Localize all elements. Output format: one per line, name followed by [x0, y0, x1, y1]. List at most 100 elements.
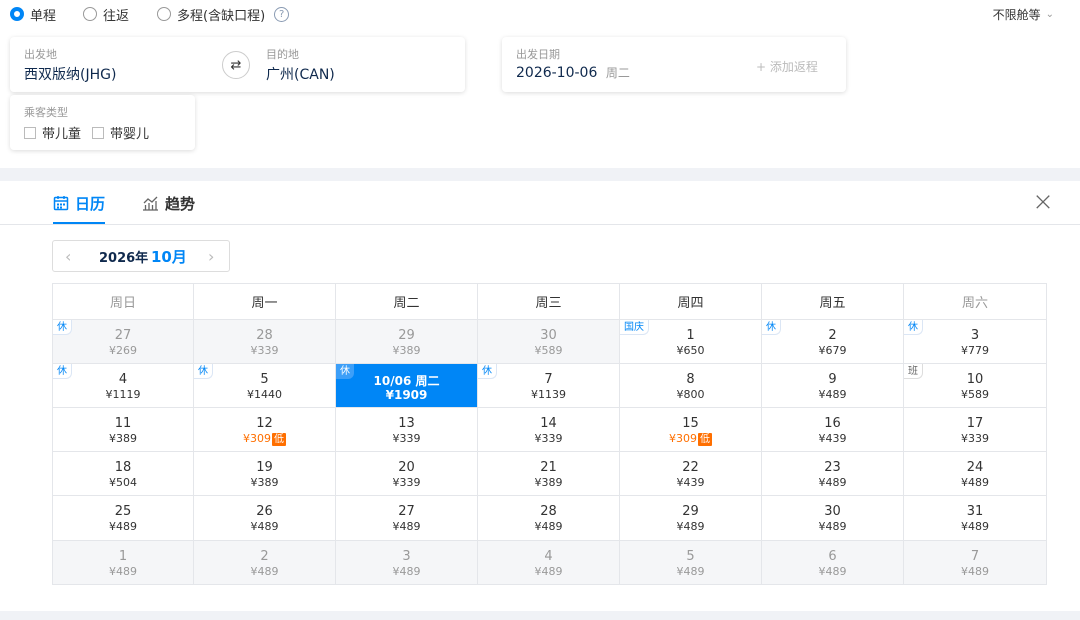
price-value: ¥489 [250, 520, 279, 533]
price-value: ¥504 [109, 476, 137, 489]
calendar-day-cell[interactable]: 29 ¥489 [620, 496, 762, 541]
day-number: 5 [686, 549, 695, 564]
day-price: ¥339 [478, 432, 619, 445]
child-checkbox[interactable]: 带儿童 [24, 123, 81, 142]
price-value: ¥1909 [385, 388, 428, 402]
calendar-day-cell[interactable]: 20 ¥339 [336, 452, 478, 496]
day-number: 2 [828, 328, 837, 343]
calendar-day-cell[interactable]: 24 ¥489 [904, 452, 1047, 496]
calendar-day-cell[interactable]: 班 10 ¥589 [904, 364, 1047, 408]
add-return-button[interactable]: + 添加返程 [756, 58, 818, 75]
day-price: ¥489 [904, 520, 1046, 533]
date-card: 出发日期 2026-10-06 周二 + 添加返程 [502, 37, 846, 92]
day-number: 30 [824, 504, 841, 519]
calendar-day-cell[interactable]: 2 ¥489 [194, 541, 336, 585]
calendar-day-cell[interactable]: 26 ¥489 [194, 496, 336, 541]
day-price: ¥489 [620, 520, 761, 533]
help-icon[interactable]: ? [274, 6, 290, 22]
day-number: 18 [114, 460, 132, 475]
calendar-day-cell[interactable]: 28 ¥339 [194, 320, 336, 364]
day-number: 16 [824, 416, 841, 431]
day-number: 10/06 周二 [373, 374, 440, 388]
calendar-day-cell[interactable]: 21 ¥389 [478, 452, 620, 496]
dest-field[interactable]: 广州(CAN) [266, 64, 335, 84]
day-price: ¥800 [620, 388, 761, 401]
calendar-day-cell[interactable]: 19 ¥389 [194, 452, 336, 496]
depart-date-field[interactable]: 2026-10-06 周二 [516, 64, 630, 81]
calendar-day-cell[interactable]: 休 2 ¥679 [762, 320, 904, 364]
day-price: ¥489 [53, 565, 193, 578]
search-area: 单程 往返 多程(含缺口程) ? 不限舱等 ⌄ 出发地 西双版纳(JHG) ⇄ … [0, 0, 1080, 168]
day-price: ¥489 [620, 565, 761, 578]
price-value: ¥589 [534, 344, 563, 357]
tab-trend[interactable]: 趋势 [142, 181, 195, 225]
calendar-day-cell[interactable]: 23 ¥489 [762, 452, 904, 496]
calendar-day-cell[interactable]: 3 ¥489 [336, 541, 478, 585]
day-number: 13 [398, 416, 415, 431]
day-number: 25 [114, 504, 132, 519]
day-price: ¥1119 [53, 388, 193, 401]
calendar-day-cell[interactable]: 18 ¥504 [53, 452, 194, 496]
day-price: ¥309 低 [194, 432, 335, 446]
calendar-day-cell[interactable]: 13 ¥339 [336, 408, 478, 452]
price-value: ¥339 [392, 432, 421, 445]
calendar-day-cell[interactable]: 31 ¥489 [904, 496, 1047, 541]
calendar-day-cell[interactable]: 15 ¥309 低 [620, 408, 762, 452]
calendar-day-cell[interactable]: 30 ¥589 [478, 320, 620, 364]
day-number: 21 [540, 460, 557, 475]
trend-chart-icon [143, 196, 158, 211]
origin-field[interactable]: 西双版纳(JHG) [24, 64, 116, 84]
calendar-day-cell[interactable]: 9 ¥489 [762, 364, 904, 408]
next-month-button[interactable]: › [208, 241, 214, 271]
trip-type-multi[interactable]: 多程(含缺口程) ? [157, 5, 290, 24]
close-icon[interactable]: × [1032, 189, 1054, 215]
price-value: ¥339 [392, 476, 421, 489]
checkbox-icon [24, 127, 36, 139]
trip-type-oneway[interactable]: 单程 [10, 5, 56, 24]
calendar-day-cell[interactable]: 休 3 ¥779 [904, 320, 1047, 364]
origin-label: 出发地 [24, 48, 57, 61]
day-number: 2 [260, 549, 269, 564]
calendar-day-cell[interactable]: 4 ¥489 [478, 541, 620, 585]
tab-calendar[interactable]: 日历 [53, 181, 105, 225]
day-number: 8 [686, 372, 695, 387]
calendar-day-cell[interactable]: 7 ¥489 [904, 541, 1047, 585]
day-number: 7 [970, 549, 980, 564]
calendar-day-cell[interactable]: 11 ¥389 [53, 408, 194, 452]
calendar-day-cell[interactable]: 25 ¥489 [53, 496, 194, 541]
prev-month-button[interactable]: ‹ [65, 241, 71, 271]
calendar-day-cell[interactable]: 30 ¥489 [762, 496, 904, 541]
price-value: ¥389 [534, 476, 563, 489]
day-price: ¥489 [194, 565, 335, 578]
cabin-class-label: 不限舱等 [992, 7, 1041, 22]
calendar-day-cell[interactable]: 12 ¥309 低 [194, 408, 336, 452]
calendar-day-cell[interactable]: 6 ¥489 [762, 541, 904, 585]
calendar-day-cell[interactable]: 29 ¥389 [336, 320, 478, 364]
calendar-day-cell[interactable]: 5 ¥489 [620, 541, 762, 585]
calendar-day-cell[interactable]: 22 ¥439 [620, 452, 762, 496]
day-number: 3 [970, 328, 980, 343]
swap-icon[interactable]: ⇄ [222, 51, 250, 79]
calendar-day-cell[interactable]: 27 ¥489 [336, 496, 478, 541]
calendar-day-cell[interactable]: 14 ¥339 [478, 408, 620, 452]
cabin-class-dropdown[interactable]: 不限舱等 ⌄ [993, 5, 1054, 23]
day-price: ¥339 [194, 344, 335, 357]
calendar-day-cell[interactable]: 休 4 ¥1119 [53, 364, 194, 408]
calendar-day-cell[interactable]: 17 ¥339 [904, 408, 1047, 452]
day-price: ¥439 [620, 476, 761, 489]
price-value: ¥489 [534, 565, 563, 578]
calendar-day-cell[interactable]: 休 5 ¥1440 [194, 364, 336, 408]
calendar-day-cell[interactable]: 16 ¥439 [762, 408, 904, 452]
calendar-day-cell[interactable]: 国庆 1 ¥650 [620, 320, 762, 364]
price-value: ¥489 [250, 565, 279, 578]
calendar-day-cell[interactable]: 8 ¥800 [620, 364, 762, 408]
infant-checkbox[interactable]: 带婴儿 [92, 123, 149, 142]
day-price: ¥489 [762, 520, 903, 533]
calendar-day-cell[interactable]: 28 ¥489 [478, 496, 620, 541]
calendar-day-cell[interactable]: 休 7 ¥1139 [478, 364, 620, 408]
trip-type-roundtrip[interactable]: 往返 [83, 5, 129, 24]
calendar-day-cell[interactable]: 休 27 ¥269 [53, 320, 194, 364]
calendar-day-cell[interactable]: 休 10/06 周二 ¥1909 [336, 364, 478, 408]
calendar-day-cell[interactable]: 1 ¥489 [53, 541, 194, 585]
day-number: 27 [398, 504, 415, 519]
